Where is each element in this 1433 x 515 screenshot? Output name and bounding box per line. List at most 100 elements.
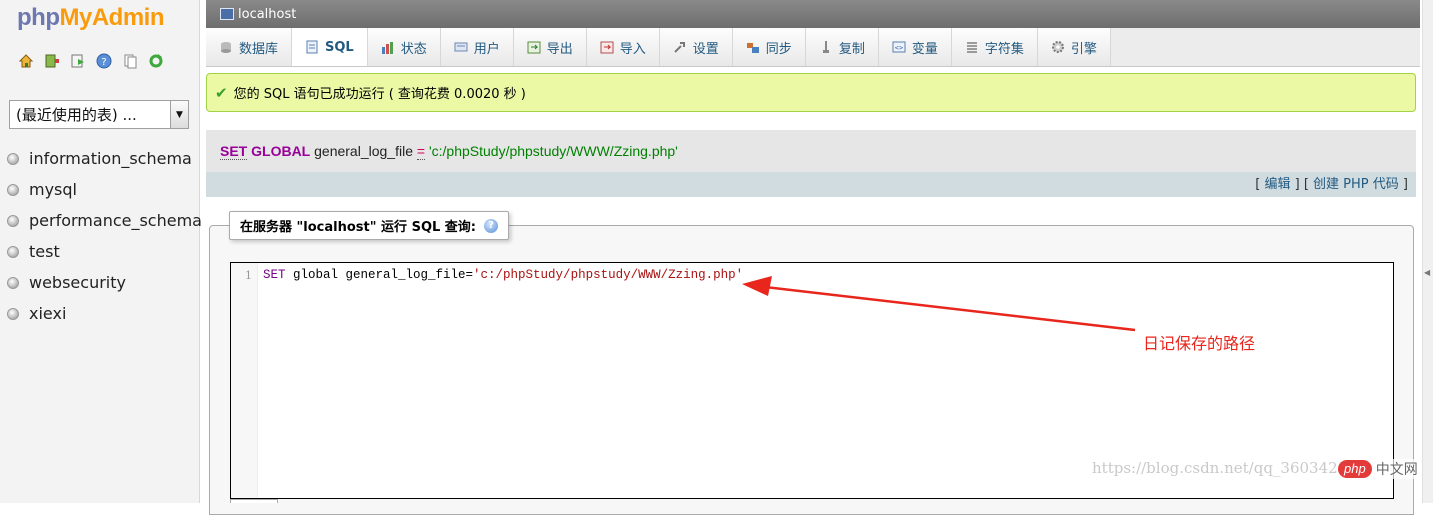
recent-tables-select[interactable]: (最近使用的表) ... ▼ bbox=[9, 100, 189, 129]
help-icon[interactable]: ? bbox=[96, 53, 112, 69]
chevron-down-icon[interactable]: ▼ bbox=[170, 101, 188, 128]
tab-label: 复制 bbox=[838, 41, 865, 57]
scroll-arrow-icon[interactable]: ◀ bbox=[1424, 268, 1430, 277]
code-keyword: SET bbox=[263, 268, 286, 282]
logo-part-php: php bbox=[17, 4, 60, 31]
sql-operator: = bbox=[416, 142, 426, 160]
navigation-panel: phpMyAdmin ? (最近使用的表) ... ▼ information_… bbox=[0, 0, 202, 503]
database-name[interactable]: xiexi bbox=[29, 304, 66, 323]
database-name[interactable]: mysql bbox=[29, 180, 77, 199]
tab-sql[interactable]: SQL bbox=[292, 28, 368, 66]
bracket-open: [ bbox=[1255, 177, 1261, 192]
phpmyadmin-logo[interactable]: phpMyAdmin bbox=[17, 4, 164, 32]
export-icon bbox=[527, 40, 541, 54]
database-item[interactable]: test bbox=[0, 236, 202, 267]
replication-icon bbox=[819, 40, 833, 54]
sql-window-icon[interactable] bbox=[70, 53, 86, 69]
database-item[interactable]: mysql bbox=[0, 174, 202, 205]
engine-icon bbox=[1051, 40, 1065, 54]
home-icon[interactable] bbox=[18, 53, 34, 69]
go-button[interactable] bbox=[230, 499, 278, 503]
sync-icon bbox=[746, 40, 760, 54]
tab-label: 同步 bbox=[765, 41, 792, 57]
tab-export[interactable]: 导出 bbox=[513, 28, 587, 66]
database-item[interactable]: information_schema bbox=[0, 143, 202, 174]
settings-icon bbox=[673, 40, 687, 54]
tab-variables[interactable]: <> 变量 bbox=[878, 28, 952, 66]
database-name[interactable]: information_schema bbox=[29, 149, 192, 168]
database-icon bbox=[7, 214, 19, 227]
run-sql-legend: 在服务器 "localhost" 运行 SQL 查询: ? bbox=[229, 211, 510, 240]
tab-label: SQL bbox=[325, 39, 354, 55]
sql-keyword-set[interactable]: SET bbox=[220, 143, 248, 160]
site-badge: php 中文网 bbox=[1338, 459, 1418, 479]
database-icon bbox=[7, 307, 19, 320]
docs-icon[interactable] bbox=[122, 53, 138, 69]
line-number: 1 bbox=[245, 269, 252, 282]
bracket-separator: ] [ bbox=[1294, 177, 1309, 192]
watermark-url: https://blog.csdn.net/qq_36034274 bbox=[1092, 459, 1357, 477]
php-badge-text: 中文网 bbox=[1375, 462, 1418, 478]
charset-icon bbox=[965, 40, 979, 54]
recent-tables-select-value: (最近使用的表) ... bbox=[16, 106, 137, 124]
server-breadcrumb: localhost bbox=[206, 0, 1420, 28]
tab-replication[interactable]: 复制 bbox=[805, 28, 879, 66]
server-icon bbox=[220, 8, 234, 20]
query-action-links: [ 编辑 ] [ 创建 PHP 代码 ] bbox=[206, 172, 1416, 197]
tab-sync[interactable]: 同步 bbox=[732, 28, 806, 66]
success-message-text: 您的 SQL 语句已成功运行 ( 查询花费 0.0020 秒 ) bbox=[233, 87, 526, 102]
top-menu-tabs: 数据库 SQL 状态 用户 导出 导入 设置 同步 复制 <> 变量 字符集 引… bbox=[206, 28, 1420, 67]
run-sql-legend-text: 在服务器 "localhost" 运行 SQL 查询: bbox=[240, 220, 477, 235]
database-icon bbox=[7, 245, 19, 258]
code-text: global general_log_file= bbox=[285, 268, 474, 282]
status-icon bbox=[381, 40, 395, 54]
tab-settings[interactable]: 设置 bbox=[659, 28, 733, 66]
annotation-text: 日记保存的路径 bbox=[1143, 334, 1256, 353]
tab-import[interactable]: 导入 bbox=[586, 28, 660, 66]
database-name[interactable]: test bbox=[29, 242, 60, 261]
users-icon bbox=[454, 40, 468, 54]
tab-engines[interactable]: 引擎 bbox=[1037, 28, 1111, 66]
vertical-scrollbar[interactable]: ◀ bbox=[1422, 0, 1433, 503]
checkmark-icon: ✔ bbox=[215, 83, 228, 102]
executed-sql-query: SET GLOBAL general_log_file = 'c:/phpStu… bbox=[206, 130, 1416, 172]
edit-query-link[interactable]: 编辑 bbox=[1264, 177, 1290, 192]
sql-keyword-global: GLOBAL bbox=[251, 143, 311, 159]
tab-status[interactable]: 状态 bbox=[367, 28, 441, 66]
server-name-link[interactable]: localhost bbox=[238, 7, 296, 22]
tab-label: 引擎 bbox=[1070, 41, 1097, 57]
database-icon bbox=[7, 183, 19, 196]
bracket-close: ] bbox=[1402, 177, 1408, 192]
sql-icon bbox=[305, 40, 319, 54]
database-item[interactable]: websecurity bbox=[0, 267, 202, 298]
tab-label: 用户 bbox=[473, 41, 500, 57]
php-badge-pill: php bbox=[1338, 460, 1372, 478]
import-icon bbox=[600, 40, 614, 54]
tab-databases[interactable]: 数据库 bbox=[206, 28, 293, 66]
database-name[interactable]: websecurity bbox=[29, 273, 126, 292]
database-icon bbox=[219, 40, 233, 54]
database-item[interactable]: xiexi bbox=[0, 298, 202, 329]
sql-variable-name: general_log_file bbox=[314, 143, 413, 159]
database-name[interactable]: performance_schema bbox=[29, 211, 202, 230]
exit-icon[interactable] bbox=[44, 53, 60, 69]
svg-text:<>: <> bbox=[895, 44, 903, 52]
sql-string-value: 'c:/phpStudy/phpstudy/WWW/Zzing.php' bbox=[428, 143, 678, 159]
tab-label: 状态 bbox=[400, 41, 427, 57]
success-message: ✔ 您的 SQL 语句已成功运行 ( 查询花费 0.0020 秒 ) bbox=[206, 73, 1416, 112]
tab-label: 字符集 bbox=[984, 41, 1024, 57]
tab-label: 数据库 bbox=[239, 41, 279, 57]
create-php-code-link[interactable]: 创建 PHP 代码 bbox=[1313, 177, 1399, 192]
database-icon bbox=[7, 276, 19, 289]
tab-label: 设置 bbox=[692, 41, 719, 57]
database-icon bbox=[7, 152, 19, 165]
reload-icon[interactable] bbox=[148, 53, 164, 69]
sql-code-line[interactable]: SET global general_log_file='c:/phpStudy… bbox=[263, 268, 743, 282]
tab-users[interactable]: 用户 bbox=[440, 28, 514, 66]
nav-icon-bar: ? bbox=[18, 53, 164, 69]
tab-charset[interactable]: 字符集 bbox=[951, 28, 1038, 66]
svg-text:?: ? bbox=[101, 57, 106, 68]
help-icon[interactable]: ? bbox=[484, 218, 499, 233]
logo-part-myadmin: MyAdmin bbox=[59, 4, 164, 31]
database-item[interactable]: performance_schema bbox=[0, 205, 202, 236]
